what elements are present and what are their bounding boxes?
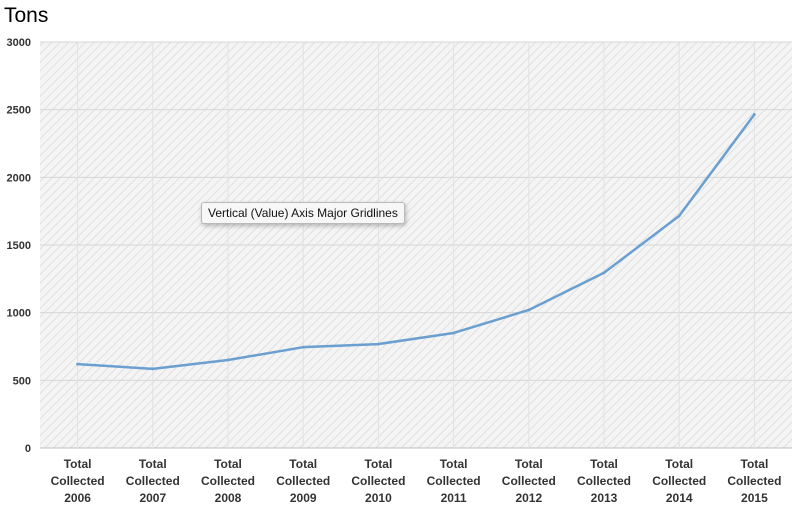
x-tick-label: Total Collected 2007 bbox=[126, 457, 180, 505]
data-point[interactable] bbox=[377, 342, 380, 346]
x-tick-label: Total Collected 2011 bbox=[427, 457, 481, 505]
x-tick-label: Total Collected 2012 bbox=[502, 457, 556, 505]
y-tick-label: 2000 bbox=[7, 172, 31, 184]
y-tick-label: 0 bbox=[25, 443, 31, 455]
x-tick-label: Total Collected 2015 bbox=[727, 457, 781, 505]
data-point[interactable] bbox=[527, 308, 531, 312]
gridlines-tooltip: Vertical (Value) Axis Major Gridlines bbox=[201, 202, 405, 224]
y-axis-ticks: 0 500 1000 1500 2000 2500 3000 bbox=[7, 37, 31, 455]
data-point[interactable] bbox=[602, 271, 606, 275]
data-point[interactable] bbox=[76, 362, 79, 366]
y-tick-label: 3000 bbox=[7, 37, 31, 49]
x-tick-label: Total Collected 2014 bbox=[652, 457, 706, 505]
data-point[interactable] bbox=[753, 113, 756, 116]
x-tick-label: Total Collected 2006 bbox=[51, 457, 105, 505]
line-chart[interactable]: 0 500 1000 1500 2000 2500 3000 Total Collected 2… bbox=[0, 0, 796, 508]
x-tick-label: Total Collected 2010 bbox=[351, 457, 405, 505]
data-point[interactable] bbox=[677, 214, 681, 218]
y-tick-label: 2500 bbox=[7, 105, 31, 117]
y-tick-label: 500 bbox=[13, 375, 31, 387]
x-tick-label: Total Collected 2009 bbox=[276, 457, 330, 505]
data-point[interactable] bbox=[452, 331, 455, 335]
x-tick-label: Total Collected 2008 bbox=[201, 457, 255, 505]
data-point[interactable] bbox=[226, 358, 230, 362]
chart-area[interactable]: Tons 0 500 1000 1500 2000 2500 3000 Total Colle… bbox=[0, 0, 796, 508]
data-point[interactable] bbox=[301, 345, 305, 349]
data-point[interactable] bbox=[151, 367, 155, 371]
y-tick-label: 1000 bbox=[7, 308, 31, 320]
x-tick-label: Total Collected 2013 bbox=[577, 457, 631, 505]
y-tick-label: 1500 bbox=[7, 240, 31, 252]
